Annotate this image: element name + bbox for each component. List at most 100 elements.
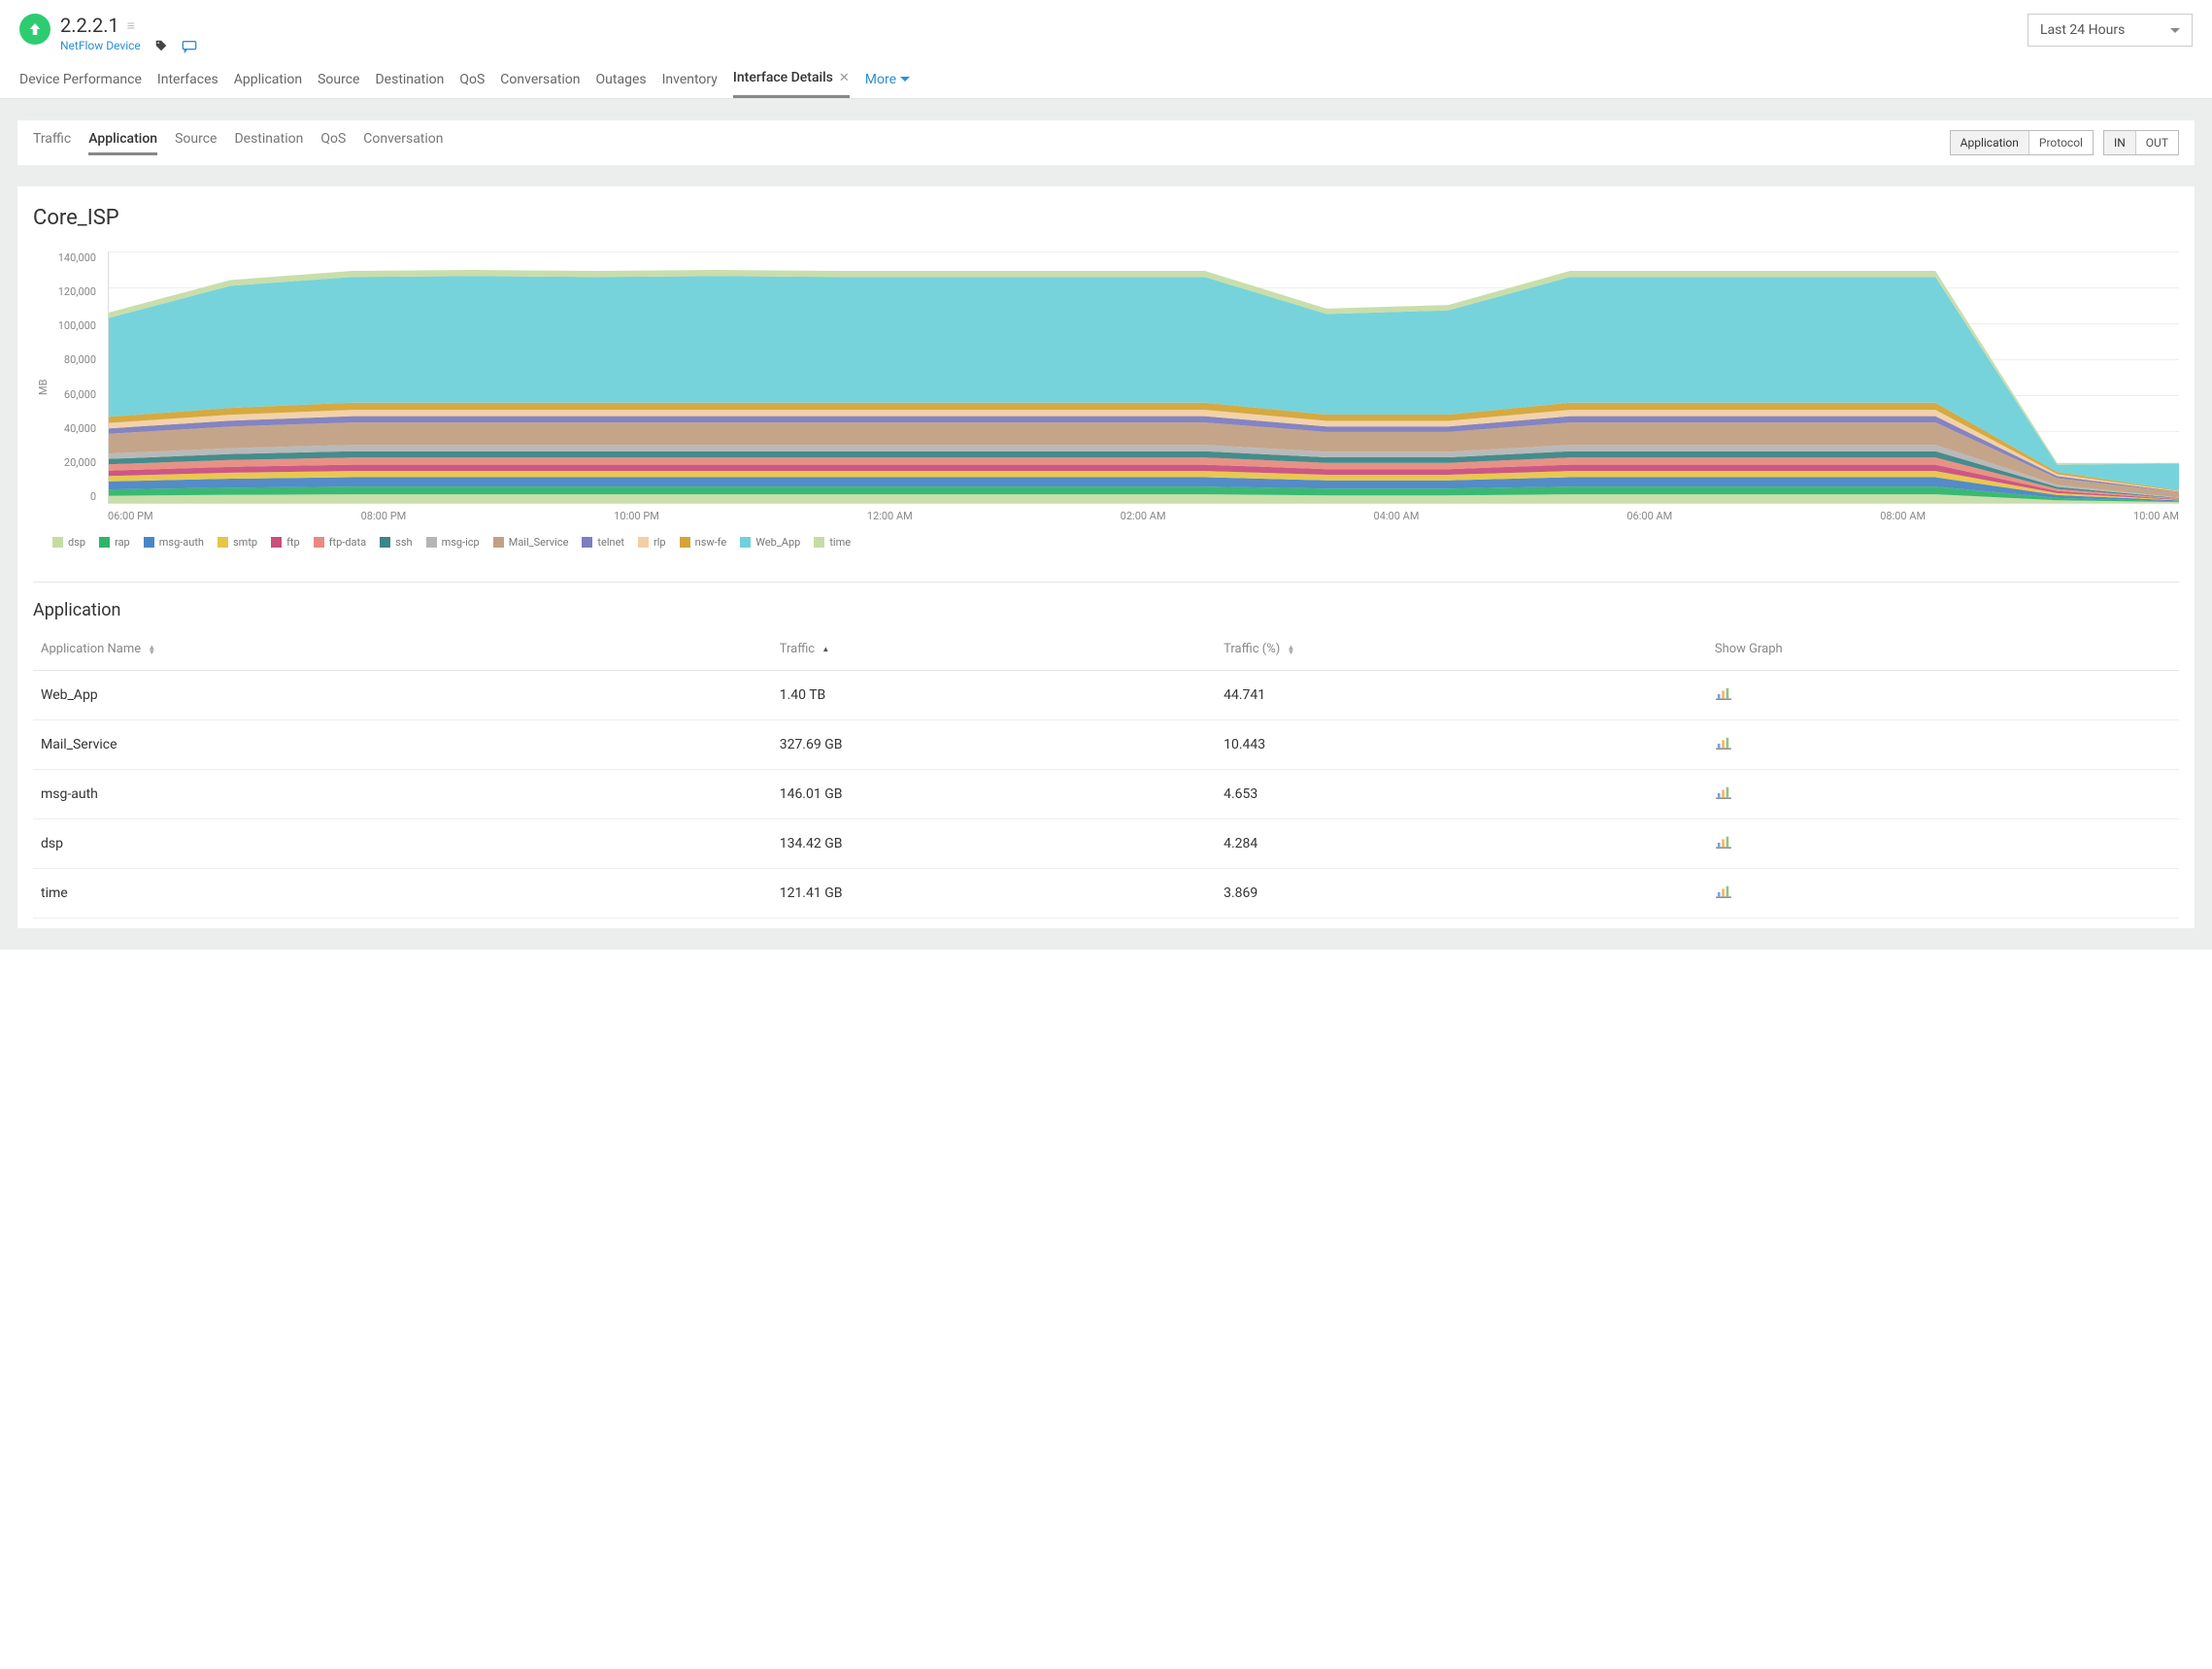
main-tab-source[interactable]: Source — [318, 72, 359, 97]
cell-traffic: 146.01 GB — [772, 770, 1216, 819]
content-zone: Traffic Application Source Destination QoS Co… — [0, 99, 2212, 950]
sub-tab-bar: Traffic Application Source Destination QoS Co… — [17, 120, 2195, 165]
sub-tab-destination[interactable]: Destination — [234, 131, 303, 155]
cell-name: Web_App — [33, 671, 772, 720]
legend-label: ftp — [286, 536, 300, 549]
y-axis-label: MB — [33, 251, 53, 522]
toggle-protocol[interactable]: Protocol — [2029, 131, 2093, 154]
legend-item-msg-auth[interactable]: msg-auth — [144, 536, 204, 549]
main-tab-application[interactable]: Application — [234, 72, 302, 97]
y-tick: 40,000 — [53, 422, 96, 435]
main-tab-destination[interactable]: Destination — [375, 72, 444, 97]
legend-swatch — [99, 537, 110, 548]
main-tab-qos[interactable]: QoS — [459, 72, 485, 97]
cell-name: msg-auth — [33, 770, 772, 819]
legend-item-rap[interactable]: rap — [99, 536, 130, 549]
time-range-select[interactable]: Last 24 Hours — [2028, 14, 2193, 47]
chart-legend: dsp rap msg-auth smtp ftp ftp-data ssh msg-icp M… — [52, 536, 2179, 549]
sub-tab-traffic[interactable]: Traffic — [33, 131, 71, 155]
right-toggles: Application Protocol IN OUT — [1950, 130, 2179, 155]
legend-item-rlp[interactable]: rlp — [638, 536, 666, 549]
time-range-value: Last 24 Hours — [2040, 22, 2125, 38]
title-block: 2.2.2.1 ≡ NetFlow Device — [60, 14, 195, 52]
legend-item-nsw-fe[interactable]: nsw-fe — [680, 536, 727, 549]
chart-area: MB 140,000120,000100,00080,00060,00040,0… — [33, 251, 2179, 522]
close-icon[interactable]: ✕ — [839, 71, 850, 85]
legend-label: rap — [115, 536, 130, 549]
legend-item-ssh[interactable]: ssh — [380, 536, 412, 549]
sort-icon: ▲▼ — [1288, 645, 1295, 654]
tag-icon[interactable] — [154, 39, 168, 52]
sub-tab-application[interactable]: Application — [88, 131, 157, 155]
section-title: Core_ISP — [33, 206, 2179, 230]
legend-item-telnet[interactable]: telnet — [582, 536, 624, 549]
legend-item-ftp-data[interactable]: ftp-data — [314, 536, 366, 549]
toggle-in[interactable]: IN — [2104, 131, 2136, 154]
x-tick: 06:00 PM — [108, 510, 153, 522]
legend-item-mail_service[interactable]: Mail_Service — [493, 536, 569, 549]
legend-label: nsw-fe — [695, 536, 727, 549]
legend-swatch — [493, 537, 504, 548]
chat-icon[interactable] — [182, 39, 195, 52]
col-traffic[interactable]: Traffic ▲ — [772, 628, 1216, 671]
y-tick: 60,000 — [53, 388, 96, 401]
main-tab-device-performance[interactable]: Device Performance — [19, 72, 142, 97]
netflow-device-link[interactable]: NetFlow Device — [60, 39, 141, 52]
legend-swatch — [314, 537, 324, 548]
legend-item-msg-icp[interactable]: msg-icp — [426, 536, 480, 549]
main-tab-interface-details[interactable]: Interface Details✕ — [733, 70, 850, 98]
col-traffic-pct[interactable]: Traffic (%) ▲▼ — [1216, 628, 1707, 671]
show-graph-icon[interactable] — [1715, 736, 1732, 753]
legend-label: msg-icp — [442, 536, 480, 549]
legend-item-smtp[interactable]: smtp — [218, 536, 257, 549]
y-tick: 120,000 — [53, 285, 96, 298]
main-tabs: Device Performance Interfaces Application S… — [0, 70, 2212, 99]
legend-swatch — [582, 537, 592, 548]
sub-tab-panel: Traffic Application Source Destination QoS Co… — [17, 120, 2195, 165]
hamburger-icon[interactable]: ≡ — [127, 17, 135, 34]
show-graph-icon[interactable] — [1715, 885, 1732, 902]
sort-icon: ▲▼ — [148, 645, 155, 654]
show-graph-icon[interactable] — [1715, 785, 1732, 803]
cell-traffic: 1.40 TB — [772, 671, 1216, 720]
col-app-name[interactable]: Application Name ▲▼ — [33, 628, 772, 671]
legend-label: smtp — [233, 536, 257, 549]
sub-tab-conversation[interactable]: Conversation — [363, 131, 443, 155]
main-tab-interfaces[interactable]: Interfaces — [157, 72, 218, 97]
legend-label: Web_App — [755, 536, 800, 549]
x-tick: 08:00 AM — [1880, 510, 1926, 522]
plot-area[interactable] — [108, 251, 2179, 504]
status-up-icon — [19, 14, 50, 45]
sub-tab-source[interactable]: Source — [175, 131, 217, 155]
main-tab-inventory[interactable]: Inventory — [662, 72, 718, 97]
cell-name: time — [33, 869, 772, 918]
cell-name: dsp — [33, 819, 772, 869]
main-tab-outages[interactable]: Outages — [596, 72, 647, 97]
legend-item-time[interactable]: time — [814, 536, 851, 549]
sort-icon: ▲ — [821, 647, 829, 651]
view-mode-toggle: Application Protocol — [1950, 130, 2094, 155]
y-axis-ticks: 140,000120,000100,00080,00060,00040,0002… — [53, 251, 102, 503]
legend-item-ftp[interactable]: ftp — [271, 536, 300, 549]
legend-label: ssh — [395, 536, 412, 549]
toggle-application[interactable]: Application — [1951, 131, 2029, 154]
cell-pct: 10.443 — [1216, 720, 1707, 770]
main-tab-conversation[interactable]: Conversation — [500, 72, 580, 97]
toggle-out[interactable]: OUT — [2136, 131, 2178, 154]
legend-swatch — [426, 537, 437, 548]
show-graph-icon[interactable] — [1715, 686, 1732, 704]
legend-swatch — [740, 537, 751, 548]
more-link[interactable]: More — [865, 72, 910, 97]
area-series-dsp[interactable] — [109, 494, 2179, 503]
x-tick: 02:00 AM — [1121, 510, 1166, 522]
cell-name: Mail_Service — [33, 720, 772, 770]
show-graph-icon[interactable] — [1715, 835, 1732, 852]
legend-swatch — [814, 537, 824, 548]
sub-tab-qos[interactable]: QoS — [320, 131, 346, 155]
y-tick: 140,000 — [53, 251, 96, 264]
legend-item-web_app[interactable]: Web_App — [740, 536, 800, 549]
table-row: time121.41 GB3.869 — [33, 869, 2179, 918]
x-tick: 06:00 AM — [1626, 510, 1672, 522]
legend-item-dsp[interactable]: dsp — [52, 536, 85, 549]
y-tick: 0 — [53, 490, 96, 503]
